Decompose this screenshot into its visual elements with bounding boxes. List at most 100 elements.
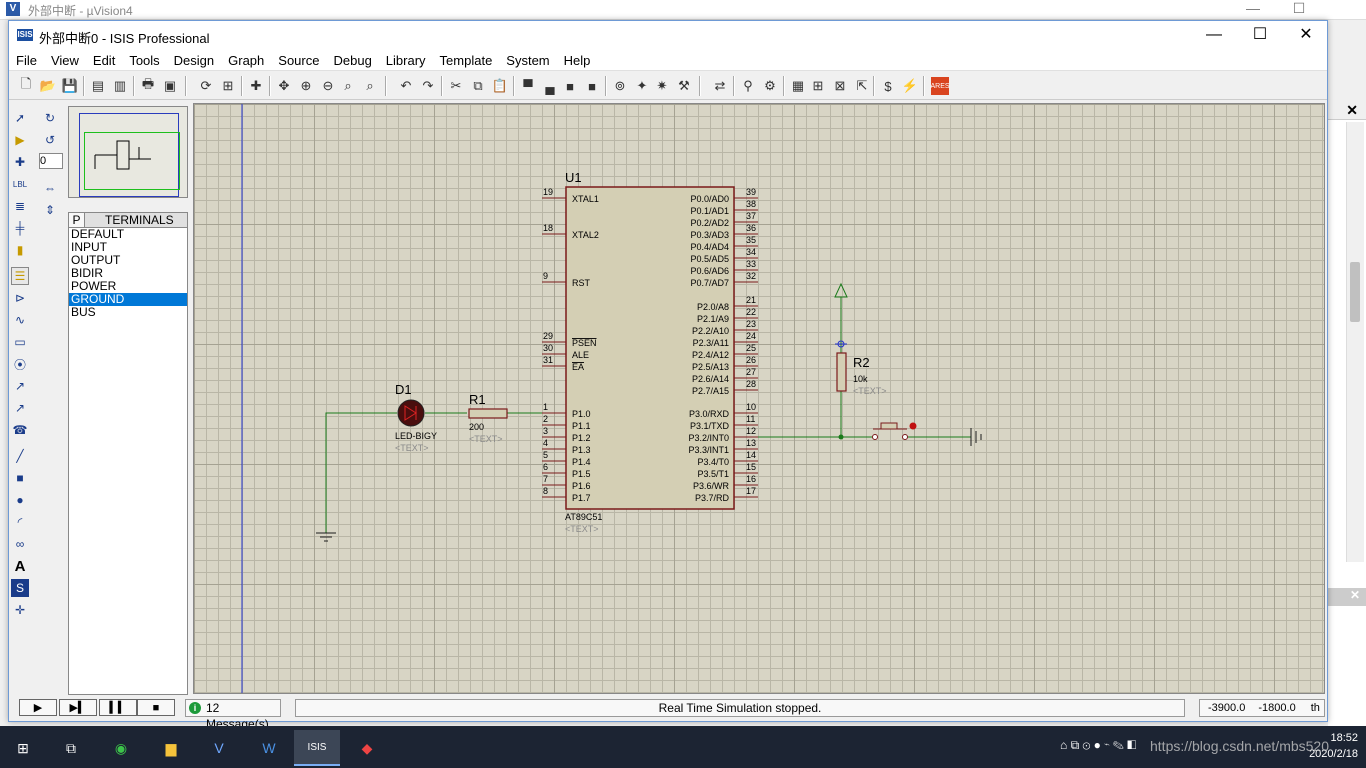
save-icon[interactable]: 💾 bbox=[61, 77, 79, 95]
circle-icon[interactable]: ● bbox=[11, 491, 29, 509]
rotate-anticlockwise-icon[interactable]: ↺ bbox=[41, 131, 59, 149]
minimize-button[interactable]: — bbox=[1191, 21, 1237, 51]
overview-window[interactable] bbox=[68, 106, 188, 198]
menu-design[interactable]: Design bbox=[167, 51, 221, 71]
menu-tools[interactable]: Tools bbox=[122, 51, 166, 71]
print-area-icon[interactable]: ▣ bbox=[161, 77, 179, 95]
selection-mode-icon[interactable]: ➚ bbox=[11, 109, 29, 127]
package-icon[interactable]: ✷ bbox=[653, 77, 671, 95]
terminals-mode-icon[interactable]: ☰ bbox=[11, 267, 29, 285]
line-icon[interactable]: ╱ bbox=[11, 447, 29, 465]
bill-of-materials-icon[interactable]: $ bbox=[879, 77, 897, 95]
wps-icon[interactable]: W bbox=[246, 730, 292, 766]
mirror-vertical-icon[interactable]: ⇕ bbox=[41, 201, 59, 219]
stop-button[interactable]: ■ bbox=[137, 699, 175, 716]
uvision-taskbar-icon[interactable]: V bbox=[196, 730, 242, 766]
voltage-probe-icon[interactable]: ↗ bbox=[11, 377, 29, 395]
pan-icon[interactable]: ✥ bbox=[275, 77, 293, 95]
current-probe-icon[interactable]: ↗ bbox=[11, 399, 29, 417]
background-scrollbar[interactable] bbox=[1346, 122, 1364, 562]
block-delete-icon[interactable]: ■ bbox=[583, 77, 601, 95]
step-button[interactable]: ▶▍ bbox=[59, 699, 97, 716]
bg-minimize-button[interactable]: — bbox=[1230, 0, 1276, 18]
menu-debug[interactable]: Debug bbox=[326, 51, 378, 71]
block-copy-icon[interactable]: ▀ bbox=[519, 77, 537, 95]
import-icon[interactable]: ▤ bbox=[89, 77, 107, 95]
mirror-horizontal-icon[interactable]: ⇔ bbox=[41, 179, 59, 197]
schematic-canvas[interactable]: U1 AT89C51 <TEXT> 19 XTAL1 18 XTAL2 9 RST 29 PSEN 3… bbox=[193, 103, 1325, 694]
text-script-icon[interactable]: ≣ bbox=[11, 197, 29, 215]
path-icon[interactable]: ∞ bbox=[11, 535, 29, 553]
scrollbar-thumb[interactable] bbox=[1350, 262, 1360, 322]
wire-autorouter-icon[interactable]: ⇄ bbox=[711, 77, 729, 95]
overview-visible-area[interactable] bbox=[84, 132, 180, 190]
search-tag-icon[interactable]: ⚲ bbox=[739, 77, 757, 95]
device-pins-icon[interactable]: ⊳ bbox=[11, 289, 29, 307]
tape-recorder-icon[interactable]: ▭ bbox=[11, 333, 29, 351]
system-tray[interactable]: ⌂ ⧉ ⊙ ● ⌁ ✎ ◧ bbox=[1060, 738, 1136, 753]
refresh-icon[interactable]: ⟳ bbox=[197, 77, 215, 95]
open-folder-icon[interactable]: 📂 bbox=[39, 77, 57, 95]
menu-template[interactable]: Template bbox=[433, 51, 500, 71]
add-sheet-icon[interactable]: ⊞ bbox=[809, 77, 827, 95]
new-sheet-icon[interactable]: ▦ bbox=[789, 77, 807, 95]
property-tool-icon[interactable]: ⚙ bbox=[761, 77, 779, 95]
terminals-list[interactable]: DEFAULT INPUT OUTPUT BIDIR POWER GROUND BUS bbox=[68, 228, 188, 695]
copy-icon[interactable]: ⧉ bbox=[469, 77, 487, 95]
messages-indicator[interactable]: i 12 Message(s) bbox=[185, 699, 281, 731]
component-mode-icon[interactable]: ▶ bbox=[11, 131, 29, 149]
export-icon[interactable]: ▥ bbox=[111, 77, 129, 95]
menu-library[interactable]: Library bbox=[379, 51, 433, 71]
symbol-icon[interactable]: S bbox=[11, 579, 29, 597]
task-view-icon[interactable]: ⧉ bbox=[48, 730, 94, 766]
terminal-item-bus[interactable]: BUS bbox=[69, 306, 187, 319]
menu-graph[interactable]: Graph bbox=[221, 51, 271, 71]
isis-taskbar-icon[interactable]: ISIS bbox=[294, 730, 340, 766]
exit-to-parent-icon[interactable]: ⇱ bbox=[853, 77, 871, 95]
rotation-angle-field[interactable] bbox=[39, 153, 63, 169]
text-icon[interactable]: A bbox=[11, 557, 29, 575]
menu-file[interactable]: File bbox=[9, 51, 44, 71]
cut-icon[interactable]: ✂ bbox=[447, 77, 465, 95]
remove-sheet-icon[interactable]: ⊠ bbox=[831, 77, 849, 95]
virtual-instruments-icon[interactable]: ☎ bbox=[11, 421, 29, 439]
generator-icon[interactable]: ⦿ bbox=[11, 355, 29, 373]
decompose-icon[interactable]: ⚒ bbox=[675, 77, 693, 95]
menu-help[interactable]: Help bbox=[557, 51, 598, 71]
windows-start-icon[interactable]: ⊞ bbox=[0, 730, 46, 766]
grid-icon[interactable]: ⊞ bbox=[219, 77, 237, 95]
bg-maximize-button[interactable]: ☐ bbox=[1276, 0, 1322, 18]
block-rotate-icon[interactable]: ■ bbox=[561, 77, 579, 95]
zoom-out-icon[interactable]: ⊖ bbox=[319, 77, 337, 95]
menu-system[interactable]: System bbox=[499, 51, 556, 71]
zoom-in-icon[interactable]: ⊕ bbox=[297, 77, 315, 95]
play-button[interactable]: ▶ bbox=[19, 699, 57, 716]
paste-icon[interactable]: 📋 bbox=[491, 77, 509, 95]
graph-mode-icon[interactable]: ∿ bbox=[11, 311, 29, 329]
origin-icon[interactable]: ✚ bbox=[247, 77, 265, 95]
make-device-icon[interactable]: ✦ bbox=[633, 77, 651, 95]
print-icon[interactable]: 🖶 bbox=[139, 76, 157, 95]
zoom-all-icon[interactable]: ⌕ bbox=[339, 77, 357, 95]
maximize-button[interactable]: ☐ bbox=[1237, 21, 1283, 51]
pick-button[interactable]: P bbox=[69, 213, 85, 227]
block-move-icon[interactable]: ▄ bbox=[541, 77, 559, 95]
menu-view[interactable]: View bbox=[44, 51, 86, 71]
menu-edit[interactable]: Edit bbox=[86, 51, 122, 71]
close-button[interactable]: ✕ bbox=[1283, 21, 1329, 51]
subcircuit-icon[interactable]: ▮ bbox=[11, 241, 29, 259]
close-icon[interactable]: ✕ bbox=[1350, 588, 1360, 602]
zoom-area-icon[interactable]: ⌕ bbox=[361, 77, 379, 95]
pause-button[interactable]: ▍▍ bbox=[99, 699, 137, 716]
ares-icon[interactable]: ARES bbox=[930, 77, 950, 95]
arc-icon[interactable]: ◜ bbox=[11, 513, 29, 531]
browser-icon[interactable]: ◉ bbox=[98, 730, 144, 766]
app-icon[interactable]: ◆ bbox=[344, 730, 390, 766]
file-explorer-icon[interactable]: ▆ bbox=[148, 730, 194, 766]
pick-device-icon[interactable]: ⊚ bbox=[611, 77, 629, 95]
new-file-icon[interactable]: 🗋 bbox=[17, 76, 35, 95]
marker-icon[interactable]: ✛ bbox=[11, 601, 29, 619]
buses-icon[interactable]: ╪ bbox=[11, 219, 29, 237]
electrical-rules-icon[interactable]: ⚡ bbox=[901, 77, 919, 95]
junction-dot-icon[interactable]: ✚ bbox=[11, 153, 29, 171]
